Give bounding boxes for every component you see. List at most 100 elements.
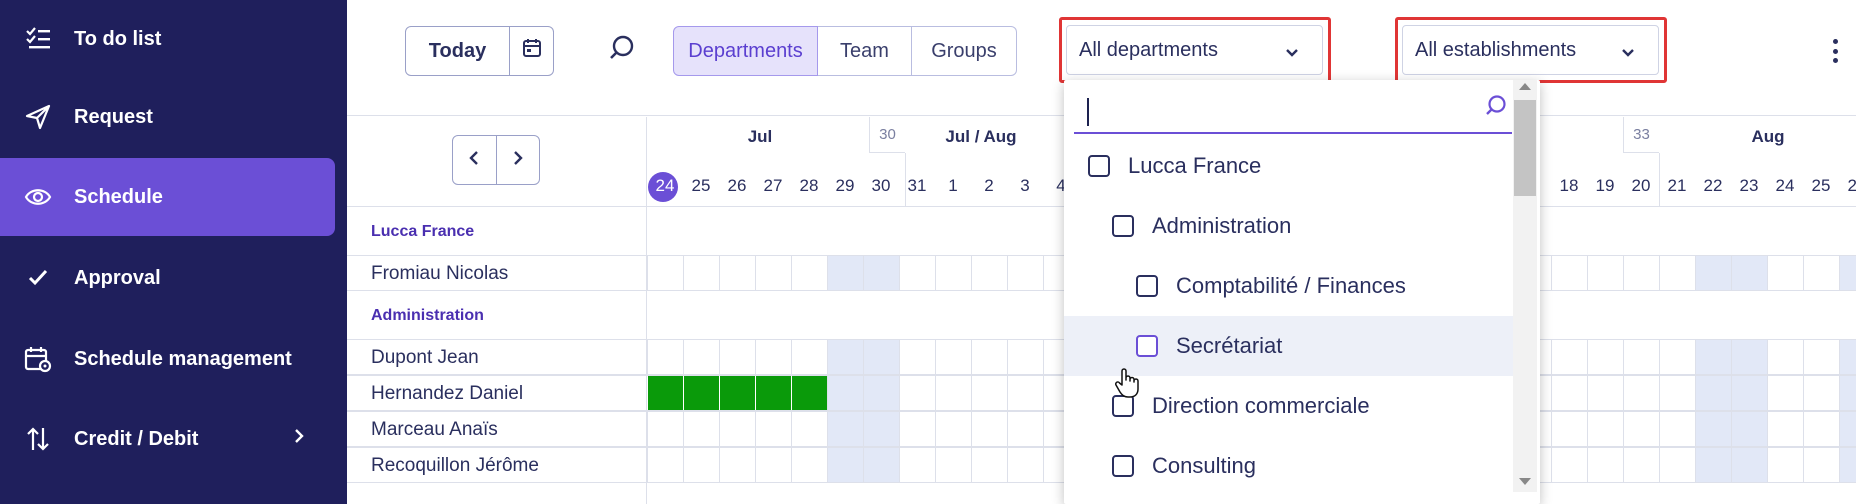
day-cell[interactable] — [827, 448, 863, 482]
day-cell[interactable] — [1695, 340, 1731, 374]
previous-period-button[interactable] — [453, 136, 497, 184]
scrollbar-thumb[interactable] — [1514, 100, 1536, 196]
day-cell[interactable] — [719, 256, 755, 290]
day-cell[interactable] — [1551, 412, 1587, 446]
day-cell[interactable] — [827, 376, 863, 410]
day-cell[interactable] — [1659, 256, 1695, 290]
day-cell[interactable] — [755, 412, 791, 446]
day-cell[interactable] — [1007, 376, 1043, 410]
day-cell[interactable] — [971, 256, 1007, 290]
day-cell[interactable] — [971, 376, 1007, 410]
day-cell[interactable] — [1623, 256, 1659, 290]
day-cell[interactable] — [791, 376, 827, 410]
day-cell[interactable] — [1767, 412, 1803, 446]
day-cell[interactable] — [1803, 448, 1839, 482]
day-cell[interactable] — [1623, 448, 1659, 482]
day-cell[interactable] — [1731, 376, 1767, 410]
day-cell[interactable] — [935, 376, 971, 410]
day-cell[interactable] — [935, 256, 971, 290]
dropdown-search-input[interactable] — [1074, 88, 1512, 134]
today-button[interactable]: Today — [405, 26, 510, 76]
day-cell[interactable] — [899, 340, 935, 374]
date-picker-button[interactable] — [510, 26, 554, 76]
day-cell[interactable] — [971, 412, 1007, 446]
day-cell[interactable] — [647, 376, 683, 410]
day-cell[interactable] — [1007, 340, 1043, 374]
day-cell[interactable] — [1659, 412, 1695, 446]
day-cell[interactable] — [1007, 448, 1043, 482]
day-cell[interactable] — [863, 376, 899, 410]
day-cell[interactable] — [1623, 376, 1659, 410]
day-cell[interactable] — [1803, 256, 1839, 290]
day-cell[interactable] — [1731, 448, 1767, 482]
day-cell[interactable] — [1551, 340, 1587, 374]
nav-item-request[interactable]: Request — [0, 78, 335, 156]
option-checkbox[interactable] — [1112, 215, 1134, 237]
dropdown-scrollbar[interactable] — [1513, 80, 1537, 492]
day-cell[interactable] — [755, 340, 791, 374]
day-cell[interactable] — [1551, 256, 1587, 290]
establishments-filter-select[interactable]: All establishments — [1402, 25, 1659, 75]
day-cell[interactable] — [719, 448, 755, 482]
day-cell[interactable] — [827, 340, 863, 374]
dropdown-option[interactable]: Administration — [1064, 196, 1513, 256]
day-cell[interactable] — [647, 412, 683, 446]
day-cell[interactable] — [1659, 448, 1695, 482]
day-cell[interactable] — [1587, 256, 1623, 290]
day-cell[interactable] — [1587, 340, 1623, 374]
day-cell[interactable] — [863, 340, 899, 374]
day-cell[interactable] — [1587, 412, 1623, 446]
option-checkbox[interactable] — [1136, 275, 1158, 297]
day-cell[interactable] — [791, 448, 827, 482]
day-cell[interactable] — [1839, 340, 1856, 374]
day-cell[interactable] — [1803, 376, 1839, 410]
more-options-icon[interactable] — [1825, 34, 1845, 68]
day-cell[interactable] — [1731, 340, 1767, 374]
day-cell[interactable] — [1839, 376, 1856, 410]
day-cell[interactable] — [899, 376, 935, 410]
dropdown-option[interactable]: Consulting — [1064, 436, 1513, 496]
day-cell[interactable] — [791, 256, 827, 290]
day-cell[interactable] — [1623, 340, 1659, 374]
day-cell[interactable] — [935, 340, 971, 374]
day-cell[interactable] — [683, 448, 719, 482]
day-cell[interactable] — [899, 412, 935, 446]
day-cell[interactable] — [683, 256, 719, 290]
day-cell[interactable] — [647, 256, 683, 290]
day-cell[interactable] — [1803, 340, 1839, 374]
day-cell[interactable] — [1659, 376, 1695, 410]
day-cell[interactable] — [1839, 448, 1856, 482]
day-cell[interactable] — [1695, 448, 1731, 482]
day-cell[interactable] — [1695, 256, 1731, 290]
day-cell[interactable] — [1731, 256, 1767, 290]
day-cell[interactable] — [863, 412, 899, 446]
day-cell[interactable] — [1839, 412, 1856, 446]
scroll-up-icon[interactable] — [1519, 83, 1531, 90]
day-cell[interactable] — [1731, 412, 1767, 446]
day-cell[interactable] — [1803, 412, 1839, 446]
day-cell[interactable] — [647, 448, 683, 482]
day-cell[interactable] — [1587, 376, 1623, 410]
nav-item-schedule-management[interactable]: Schedule management — [0, 320, 335, 398]
search-button[interactable] — [597, 26, 647, 76]
day-cell[interactable] — [935, 412, 971, 446]
day-cell[interactable] — [1551, 448, 1587, 482]
day-cell[interactable] — [1587, 448, 1623, 482]
option-checkbox[interactable] — [1088, 155, 1110, 177]
nav-item-credit-debit[interactable]: Credit / Debit — [0, 400, 335, 478]
departments-filter-select[interactable]: All departments — [1066, 25, 1323, 75]
day-cell[interactable] — [863, 256, 899, 290]
tab-team[interactable]: Team — [818, 26, 912, 76]
day-cell[interactable] — [719, 412, 755, 446]
day-cell[interactable] — [971, 340, 1007, 374]
day-cell[interactable] — [791, 340, 827, 374]
day-cell[interactable] — [791, 412, 827, 446]
day-cell[interactable] — [719, 340, 755, 374]
day-cell[interactable] — [1623, 412, 1659, 446]
dropdown-option[interactable]: Comptabilité / Finances — [1064, 256, 1513, 316]
tab-groups[interactable]: Groups — [912, 26, 1017, 76]
option-checkbox[interactable] — [1136, 335, 1158, 357]
day-cell[interactable] — [1007, 256, 1043, 290]
day-cell[interactable] — [1767, 448, 1803, 482]
day-cell[interactable] — [827, 256, 863, 290]
